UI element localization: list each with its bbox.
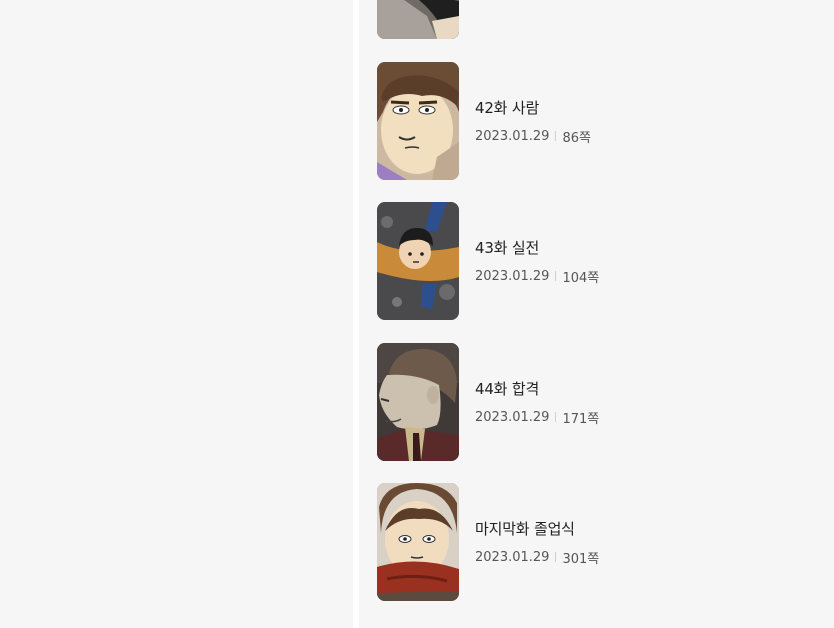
episode-item[interactable] bbox=[377, 0, 817, 39]
episode-title: 43화 실전 bbox=[475, 238, 540, 257]
episode-list: 42화 사람 2023.01.29 86쪽 43화 실전 2023.01.29 … bbox=[359, 0, 834, 628]
episode-date: 2023.01.29 bbox=[475, 268, 550, 284]
episode-thumbnail bbox=[377, 202, 459, 320]
episode-title: 마지막화 졸업식 bbox=[475, 519, 575, 538]
episode-thumbnail bbox=[377, 343, 459, 461]
boy-flying-thumbnail bbox=[377, 202, 459, 320]
old-man-profile-thumbnail bbox=[377, 343, 459, 461]
left-pane bbox=[0, 0, 353, 628]
episode-date: 2023.01.29 bbox=[475, 549, 550, 565]
episode-title: 44화 합격 bbox=[475, 379, 540, 398]
episode-title: 42화 사람 bbox=[475, 98, 540, 117]
episode-item[interactable]: 42화 사람 2023.01.29 86쪽 bbox=[377, 62, 817, 180]
boy-face-thumbnail bbox=[377, 62, 459, 180]
episode-page-count: 301쪽 bbox=[562, 551, 600, 567]
episode-thumbnail bbox=[377, 62, 459, 180]
episode-page-count: 104쪽 bbox=[562, 270, 600, 286]
meta-separator bbox=[555, 131, 557, 141]
episode-date: 2023.01.29 bbox=[475, 128, 550, 144]
meta-separator bbox=[555, 412, 557, 422]
episode-page-count: 171쪽 bbox=[562, 411, 600, 427]
boy-scarf-thumbnail bbox=[377, 483, 459, 601]
episode-thumbnail bbox=[377, 483, 459, 601]
meta-separator bbox=[555, 552, 557, 562]
episode-item[interactable]: 마지막화 졸업식 2023.01.29 301쪽 bbox=[377, 483, 817, 601]
meta-separator bbox=[555, 271, 557, 281]
episode-date: 2023.01.29 bbox=[475, 409, 550, 425]
partial-episode-thumbnail bbox=[377, 0, 459, 39]
episode-thumbnail bbox=[377, 0, 459, 39]
episode-item[interactable]: 43화 실전 2023.01.29 104쪽 bbox=[377, 202, 817, 320]
episode-page-count: 86쪽 bbox=[562, 130, 591, 146]
episode-item[interactable]: 44화 합격 2023.01.29 171쪽 bbox=[377, 343, 817, 461]
